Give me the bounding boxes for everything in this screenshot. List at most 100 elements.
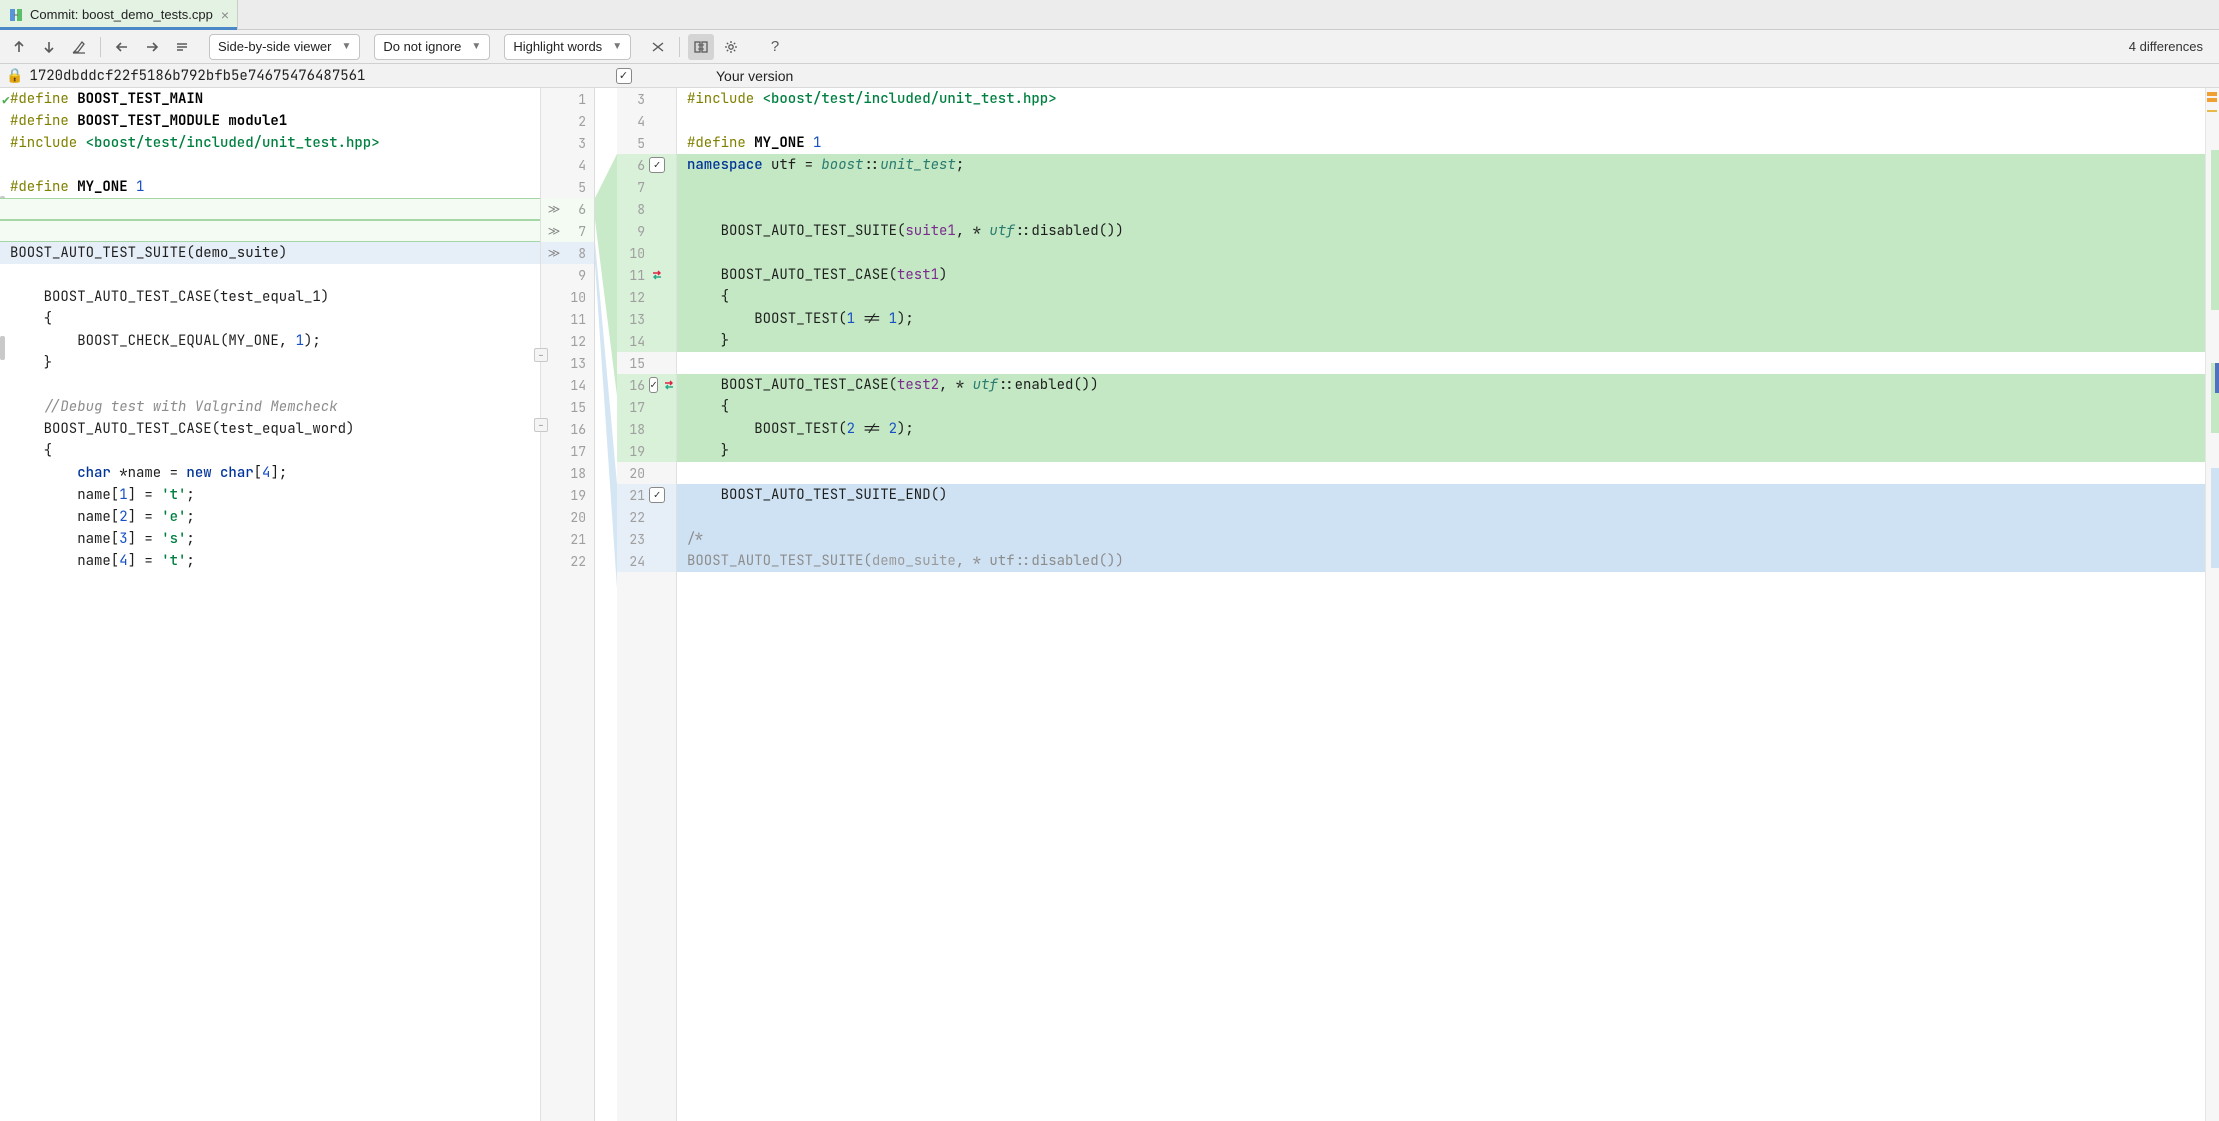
gutter-line: 14 [617, 330, 676, 352]
code-line[interactable]: //Debug test with Valgrind Memcheck [0, 396, 540, 418]
gutter-line: 15 [617, 352, 676, 374]
code-line[interactable] [677, 110, 2205, 132]
include-chunk-checkbox[interactable]: ✓ [649, 157, 665, 173]
gutter-line: 8 [617, 198, 676, 220]
code-line[interactable]: BOOST_TEST(1 != 1); [677, 308, 2205, 330]
code-line[interactable]: char *name = new char[4]; [0, 462, 540, 484]
gutter-line: 19 [617, 440, 676, 462]
sync-scroll-button[interactable] [688, 34, 714, 60]
fold-handle[interactable]: – [534, 348, 548, 362]
code-line[interactable] [677, 242, 2205, 264]
right-version-label: Your version [716, 68, 793, 84]
code-line[interactable]: #define MY_ONE 1 [677, 132, 2205, 154]
tab-bar: Commit: boost_demo_tests.cpp × [0, 0, 2219, 30]
code-line[interactable]: } [677, 440, 2205, 462]
next-diff-button[interactable] [36, 34, 62, 60]
settings-button[interactable] [718, 34, 744, 60]
error-stripe[interactable] [2205, 88, 2219, 1121]
gutter-line: ≫8 [541, 242, 594, 264]
prev-file-button[interactable] [109, 34, 135, 60]
gutter-line: 3 [617, 88, 676, 110]
tab-commit-file[interactable]: Commit: boost_demo_tests.cpp × [0, 0, 238, 29]
code-line[interactable]: namespace utf = boost::unit_test; [677, 154, 2205, 176]
prev-diff-button[interactable] [6, 34, 32, 60]
code-line[interactable]: name[1] = 't'; [0, 484, 540, 506]
viewer-mode-dropdown[interactable]: Side-by-side viewer ▼ [209, 34, 360, 60]
gutter-line: 11 [617, 264, 676, 286]
swap-icon[interactable] [662, 377, 676, 393]
revision-header: 🔒 1720dbddcf22f5186b792bfb5e746754764875… [0, 64, 2219, 88]
code-line[interactable]: /* [677, 528, 2205, 550]
code-line[interactable] [677, 352, 2205, 374]
code-line[interactable] [677, 462, 2205, 484]
right-gutter: 3456✓78910111213141516✓1718192021✓222324 [617, 88, 677, 1121]
close-icon[interactable]: × [221, 7, 229, 23]
code-line[interactable]: BOOST_AUTO_TEST_SUITE_END() [677, 484, 2205, 506]
code-line[interactable]: BOOST_AUTO_TEST_SUITE(demo_suite, * utf:… [677, 550, 2205, 572]
gutter-line: 10 [541, 286, 594, 308]
gutter-line: 9 [541, 264, 594, 286]
code-line[interactable]: name[4] = 't'; [0, 550, 540, 572]
dropdown-label: Highlight words [513, 39, 602, 54]
gutter-line: 15 [541, 396, 594, 418]
code-line[interactable] [0, 220, 540, 242]
code-line[interactable]: #define BOOST_TEST_MODULE module1 [0, 110, 540, 132]
code-line[interactable] [0, 198, 540, 220]
gutter-line: 13 [541, 352, 594, 374]
gutter-line: 19 [541, 484, 594, 506]
code-line[interactable] [0, 374, 540, 396]
code-line[interactable]: } [677, 330, 2205, 352]
diff-connector [595, 88, 617, 1121]
code-line[interactable]: BOOST_CHECK_EQUAL(MY_ONE, 1); [0, 330, 540, 352]
gutter-line: 14 [541, 374, 594, 396]
include-all-checkbox[interactable]: ✓ [616, 68, 632, 84]
collapse-unchanged-button[interactable] [645, 34, 671, 60]
gutter-line: 16✓ [617, 374, 676, 396]
diff-count-label: 4 differences [2129, 39, 2213, 54]
highlight-mode-dropdown[interactable]: Highlight words ▼ [504, 34, 631, 60]
code-line[interactable]: BOOST_TEST(2 != 2); [677, 418, 2205, 440]
swap-icon[interactable] [649, 267, 665, 283]
include-chunk-checkbox[interactable]: ✓ [649, 487, 665, 503]
ignore-mode-dropdown[interactable]: Do not ignore ▼ [374, 34, 490, 60]
wrap-lines-button[interactable] [169, 34, 195, 60]
code-line[interactable]: } [0, 352, 540, 374]
fold-handle[interactable]: – [534, 418, 548, 432]
gutter-line: ≫7 [541, 220, 594, 242]
code-line[interactable]: { [0, 308, 540, 330]
code-line[interactable]: BOOST_AUTO_TEST_CASE(test1) [677, 264, 2205, 286]
code-line[interactable]: name[3] = 's'; [0, 528, 540, 550]
code-line[interactable]: #include <boost/test/included/unit_test.… [677, 88, 2205, 110]
gutter-line: 22 [617, 506, 676, 528]
code-line[interactable]: { [677, 396, 2205, 418]
code-line[interactable]: { [0, 440, 540, 462]
code-line[interactable]: BOOST_AUTO_TEST_CASE(test_equal_word) [0, 418, 540, 440]
apply-chunk-button[interactable]: ≫ [545, 200, 563, 218]
code-line[interactable] [677, 506, 2205, 528]
code-line[interactable]: BOOST_AUTO_TEST_CASE(test2, * utf::enabl… [677, 374, 2205, 396]
code-line[interactable] [677, 176, 2205, 198]
code-line[interactable]: #define MY_ONE 1 [0, 176, 540, 198]
edit-mode-button[interactable] [66, 34, 92, 60]
code-line[interactable]: BOOST_AUTO_TEST_SUITE(demo_suite) [0, 242, 540, 264]
code-line[interactable]: BOOST_AUTO_TEST_CASE(test_equal_1) [0, 286, 540, 308]
gutter-line: 12 [541, 330, 594, 352]
code-line[interactable]: #define BOOST_TEST_MAIN [0, 88, 540, 110]
diff-body: ✔ #define BOOST_TEST_MAIN#define BOOST_T… [0, 88, 2219, 1121]
left-code-pane[interactable]: ✔ #define BOOST_TEST_MAIN#define BOOST_T… [0, 88, 540, 1121]
code-line[interactable]: #include <boost/test/included/unit_test.… [0, 132, 540, 154]
gutter-line: 12 [617, 286, 676, 308]
help-button[interactable]: ? [762, 34, 788, 60]
code-line[interactable] [0, 264, 540, 286]
next-file-button[interactable] [139, 34, 165, 60]
code-line[interactable]: { [677, 286, 2205, 308]
code-line[interactable] [677, 198, 2205, 220]
code-line[interactable]: BOOST_AUTO_TEST_SUITE(suite1, * utf::dis… [677, 220, 2205, 242]
code-line[interactable] [0, 154, 540, 176]
right-code-pane[interactable]: #include <boost/test/included/unit_test.… [677, 88, 2205, 1121]
apply-chunk-button[interactable]: ≫ [545, 222, 563, 240]
diff-toolbar: Side-by-side viewer ▼ Do not ignore ▼ Hi… [0, 30, 2219, 64]
code-line[interactable]: name[2] = 'e'; [0, 506, 540, 528]
apply-chunk-button[interactable]: ≫ [545, 244, 563, 262]
include-chunk-checkbox[interactable]: ✓ [649, 377, 658, 393]
